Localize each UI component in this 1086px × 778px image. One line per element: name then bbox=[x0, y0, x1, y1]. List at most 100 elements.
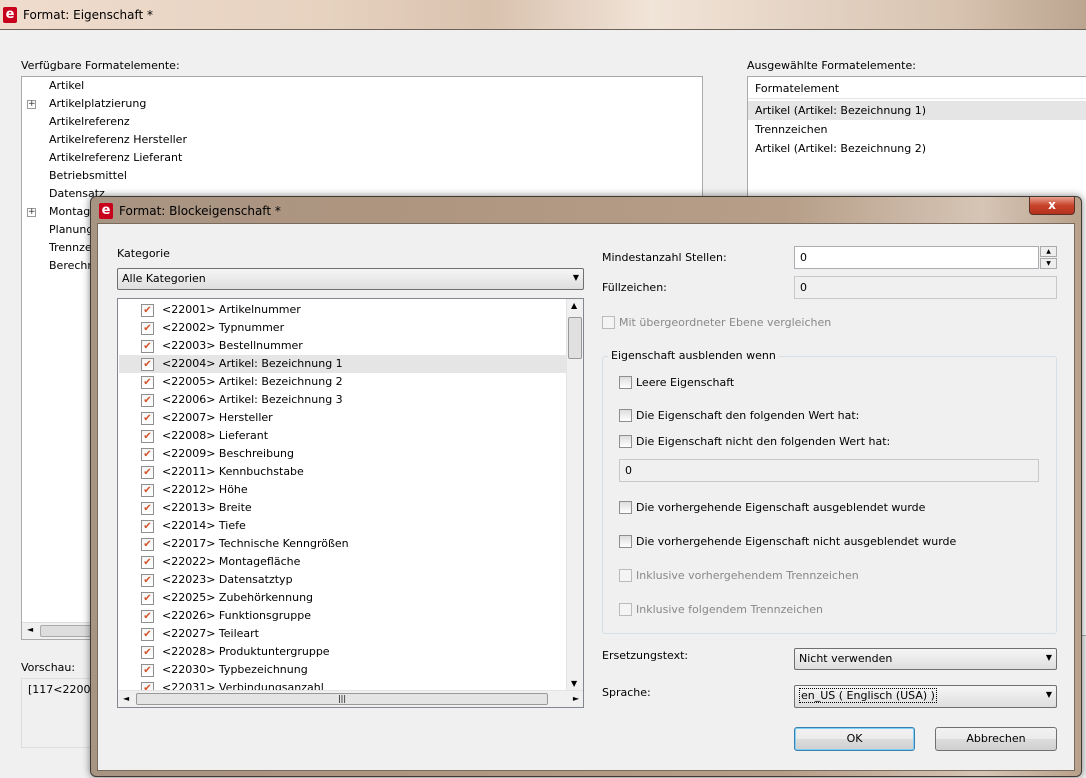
compare-parent-checkbox[interactable]: Mit übergeordneter Ebene vergleichen bbox=[602, 316, 831, 329]
min-digits-stepper[interactable]: ▲ ▼ bbox=[1040, 246, 1057, 269]
property-row[interactable]: ✔ <22013> Breite bbox=[119, 499, 566, 517]
cancel-button[interactable]: Abbrechen bbox=[935, 727, 1057, 751]
property-row[interactable]: ✔ <22009> Beschreibung bbox=[119, 445, 566, 463]
property-row[interactable]: ✔ <22022> Montagefläche bbox=[119, 553, 566, 571]
scroll-left-icon[interactable]: ◄ bbox=[123, 694, 129, 703]
prev-hidden-checkbox[interactable]: Die vorhergehende Eigenschaft ausgeblend… bbox=[619, 501, 925, 514]
property-row[interactable]: ✔ <22006> Artikel: Bezeichnung 3 bbox=[119, 391, 566, 409]
property-row[interactable]: ✔ <22007> Hersteller bbox=[119, 409, 566, 427]
prev-not-hidden-label: Die vorhergehende Eigenschaft nicht ausg… bbox=[636, 535, 957, 548]
property-row[interactable]: ✔ <22023> Datensatztyp bbox=[119, 571, 566, 589]
checkbox-checked-icon[interactable]: ✔ bbox=[141, 502, 154, 515]
expand-icon[interactable]: + bbox=[27, 100, 36, 109]
property-row[interactable]: ✔ <22017> Technische Kenngrößen bbox=[119, 535, 566, 553]
category-dropdown[interactable]: Alle Kategorien ▼ bbox=[117, 268, 584, 290]
checkbox-checked-icon[interactable]: ✔ bbox=[141, 394, 154, 407]
incl-prev-sep-checkbox[interactable]: Inklusive vorhergehendem Trennzeichen bbox=[619, 569, 859, 582]
tree-item[interactable]: Artikelreferenz Lieferant bbox=[49, 151, 182, 164]
property-row[interactable]: ✔ <22012> Höhe bbox=[119, 481, 566, 499]
close-button[interactable]: x bbox=[1029, 197, 1075, 215]
hide-groupbox bbox=[602, 356, 1057, 634]
hide-has-value-checkbox[interactable]: Die Eigenschaft den folgenden Wert hat: bbox=[619, 409, 859, 422]
hide-empty-checkbox[interactable]: Leere Eigenschaft bbox=[619, 376, 734, 389]
horizontal-scrollbar[interactable]: ◄ ||| ► bbox=[118, 690, 583, 707]
replace-dropdown[interactable]: Nicht verwenden ▼ bbox=[794, 648, 1057, 670]
list-item[interactable]: Artikel (Artikel: Bezeichnung 2) bbox=[755, 142, 926, 155]
scroll-down-icon[interactable]: ▼ bbox=[571, 679, 577, 688]
hide-not-value-checkbox[interactable]: Die Eigenschaft nicht den folgenden Wert… bbox=[619, 435, 890, 448]
checkbox-checked-icon[interactable]: ✔ bbox=[141, 592, 154, 605]
selected-label: Ausgewählte Formatelemente: bbox=[747, 59, 916, 72]
incl-next-sep-checkbox[interactable]: Inklusive folgendem Trennzeichen bbox=[619, 603, 823, 616]
window-title: Format: Eigenschaft * bbox=[23, 8, 154, 22]
step-down-icon[interactable]: ▼ bbox=[1040, 258, 1057, 269]
property-row[interactable]: ✔ <22028> Produktuntergruppe bbox=[119, 643, 566, 661]
hide-value-input[interactable]: 0 bbox=[619, 459, 1039, 482]
app-logo-icon: e bbox=[99, 203, 113, 219]
tree-item[interactable]: Artikel bbox=[49, 79, 84, 92]
scroll-thumb[interactable]: ||| bbox=[136, 693, 548, 705]
list-item[interactable]: Artikel (Artikel: Bezeichnung 1) bbox=[755, 104, 926, 117]
checkbox-checked-icon[interactable]: ✔ bbox=[141, 430, 154, 443]
list-item[interactable]: Trennzeichen bbox=[755, 123, 827, 136]
property-row[interactable]: ✔ <22011> Kennbuchstabe bbox=[119, 463, 566, 481]
property-row[interactable]: ✔ <22014> Tiefe bbox=[119, 517, 566, 535]
property-row[interactable]: ✔ <22030> Typbezeichnung bbox=[119, 661, 566, 679]
property-row[interactable]: ✔ <22027> Teileart bbox=[119, 625, 566, 643]
hide-group-label: Eigenschaft ausblenden wenn bbox=[608, 349, 779, 362]
checkbox-checked-icon[interactable]: ✔ bbox=[141, 520, 154, 533]
scroll-up-icon[interactable]: ▲ bbox=[571, 301, 577, 310]
scroll-left-icon[interactable]: ◄ bbox=[27, 625, 33, 634]
property-row[interactable]: ✔ <22026> Funktionsgruppe bbox=[119, 607, 566, 625]
property-list[interactable]: ✔ <22031> Verbindungsanzahl ✔ <22030> Typbe… bbox=[117, 298, 584, 708]
property-row[interactable]: ✔ <22008> Lieferant bbox=[119, 427, 566, 445]
checkbox-checked-icon[interactable]: ✔ bbox=[141, 484, 154, 497]
window-titlebar: e Format: Eigenschaft * bbox=[0, 0, 1086, 30]
tree-item[interactable]: Artikelplatzierung bbox=[49, 97, 146, 110]
checkbox-checked-icon[interactable]: ✔ bbox=[141, 574, 154, 587]
tree-item[interactable]: Planung bbox=[49, 223, 93, 236]
incl-next-sep-label: Inklusive folgendem Trennzeichen bbox=[636, 603, 823, 616]
compare-parent-label: Mit übergeordneter Ebene vergleichen bbox=[619, 316, 832, 329]
property-row[interactable]: ✔ <22005> Artikel: Bezeichnung 2 bbox=[119, 373, 566, 391]
checkbox-checked-icon[interactable]: ✔ bbox=[141, 556, 154, 569]
checkbox-checked-icon[interactable]: ✔ bbox=[141, 628, 154, 641]
available-label: Verfügbare Formatelemente: bbox=[21, 59, 180, 72]
language-dropdown[interactable]: en_US ( Englisch (USA) ) ▼ bbox=[794, 685, 1057, 708]
fill-char-input[interactable]: 0 bbox=[794, 276, 1057, 299]
checkbox-checked-icon[interactable]: ✔ bbox=[141, 610, 154, 623]
property-row[interactable]: ✔ <22001> Artikelnummer bbox=[119, 301, 566, 319]
checkbox-checked-icon[interactable]: ✔ bbox=[141, 340, 154, 353]
checkbox-checked-icon[interactable]: ✔ bbox=[141, 376, 154, 389]
min-digits-input[interactable]: 0 bbox=[794, 246, 1039, 269]
ok-button[interactable]: OK bbox=[794, 727, 915, 751]
column-header-formatelement[interactable]: Formatelement bbox=[748, 79, 1086, 99]
tree-item[interactable]: Artikelreferenz bbox=[49, 115, 130, 128]
expand-icon[interactable]: + bbox=[27, 208, 36, 217]
checkbox-checked-icon[interactable]: ✔ bbox=[141, 466, 154, 479]
checkbox-checked-icon[interactable]: ✔ bbox=[141, 304, 154, 317]
scroll-right-icon[interactable]: ► bbox=[573, 694, 579, 703]
preview-label: Vorschau: bbox=[21, 661, 76, 674]
property-row[interactable]: ✔ <22003> Bestellnummer bbox=[119, 337, 566, 355]
checkbox-checked-icon[interactable]: ✔ bbox=[141, 538, 154, 551]
replace-label: Ersetzungstext: bbox=[602, 649, 689, 662]
property-row[interactable]: ✔ <22025> Zubehörkennung bbox=[119, 589, 566, 607]
property-label: <22014> Tiefe bbox=[162, 519, 246, 532]
checkbox-checked-icon[interactable]: ✔ bbox=[141, 646, 154, 659]
scroll-thumb[interactable] bbox=[568, 317, 582, 359]
prev-not-hidden-checkbox[interactable]: Die vorhergehende Eigenschaft nicht ausg… bbox=[619, 535, 956, 548]
property-row[interactable]: ✔ <22004> Artikel: Bezeichnung 1 bbox=[119, 355, 566, 373]
tree-item[interactable]: Betriebsmittel bbox=[49, 169, 127, 182]
step-up-icon[interactable]: ▲ bbox=[1040, 246, 1057, 257]
tree-item[interactable]: Artikelreferenz Hersteller bbox=[49, 133, 187, 146]
checkbox-checked-icon[interactable]: ✔ bbox=[141, 664, 154, 677]
property-label: <22002> Typnummer bbox=[162, 321, 285, 334]
checkbox-checked-icon[interactable]: ✔ bbox=[141, 358, 154, 371]
checkbox-checked-icon[interactable]: ✔ bbox=[141, 412, 154, 425]
vertical-scrollbar[interactable]: ▲ ▼ bbox=[566, 299, 583, 690]
checkbox-checked-icon[interactable]: ✔ bbox=[141, 322, 154, 335]
checkbox-checked-icon[interactable]: ✔ bbox=[141, 448, 154, 461]
chevron-down-icon: ▼ bbox=[572, 273, 579, 282]
property-row[interactable]: ✔ <22002> Typnummer bbox=[119, 319, 566, 337]
